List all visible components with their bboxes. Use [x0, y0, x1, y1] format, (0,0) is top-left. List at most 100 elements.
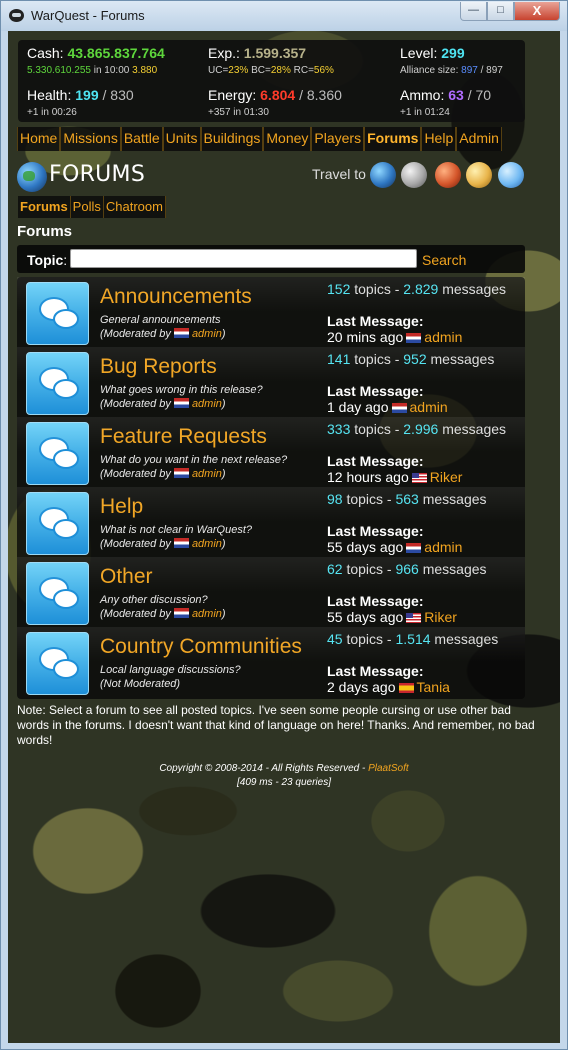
close-button[interactable]: X [514, 2, 560, 21]
moon-planet-icon[interactable] [401, 162, 427, 188]
moderator-name[interactable]: admin [192, 468, 222, 480]
chat-bubbles-icon[interactable] [26, 562, 89, 625]
nl-flag-icon [173, 538, 189, 548]
nl-flag-icon [173, 398, 189, 408]
moderator-prefix: (Moderated by [100, 538, 171, 550]
page-title: FORUMS [49, 162, 146, 187]
topic-label-colon: : [63, 252, 68, 268]
nl-flag-icon [173, 608, 189, 618]
topics-label: topics - [346, 631, 392, 647]
topic-count: 333 [327, 421, 351, 437]
health-value: 199 [75, 87, 99, 103]
forum-name-link[interactable]: Country Communities [100, 635, 302, 659]
copyright-text: Copyright © 2008-2014 - All Rights Reser… [159, 763, 366, 774]
moderator-name[interactable]: admin [192, 398, 222, 410]
forum-name-link[interactable]: Other [100, 565, 153, 589]
last-message-label: Last Message: [327, 313, 424, 329]
nav-help[interactable]: Help [421, 127, 457, 151]
tab-chatroom[interactable]: Chatroom [104, 196, 166, 218]
energy-stat: Energy: 6.804 / 8.360 [208, 87, 342, 103]
last-message-info: 1 day ago admin [327, 399, 448, 415]
message-count: 1.514 [395, 631, 431, 647]
last-message-user[interactable]: Riker [424, 609, 457, 625]
nav-buildings[interactable]: Buildings [200, 127, 264, 151]
chat-bubbles-icon[interactable] [26, 282, 89, 345]
nav-forums[interactable]: Forums [364, 127, 422, 151]
rc-label: RC= [293, 65, 314, 76]
forum-name-link[interactable]: Bug Reports [100, 355, 217, 379]
moderator-name[interactable]: admin [192, 328, 222, 340]
last-message-user[interactable]: Riker [430, 469, 463, 485]
chat-bubbles-icon[interactable] [26, 632, 89, 695]
maximize-button[interactable]: □ [487, 2, 514, 21]
moderator-name[interactable]: admin [192, 538, 222, 550]
minimize-button[interactable]: — [460, 2, 487, 21]
nav-players[interactable]: Players [311, 127, 365, 151]
forum-counts: 62 topics - 966 messages [327, 561, 487, 577]
exp-label: Exp.: [208, 45, 240, 61]
cash-label: Cash: [27, 45, 64, 61]
search-button[interactable]: Search [422, 252, 466, 268]
last-message-user[interactable]: admin [410, 399, 448, 415]
forum-description: What is not clear in WarQuest? [100, 524, 253, 536]
nav-money[interactable]: Money [263, 127, 312, 151]
energy-value: 6.804 [260, 87, 296, 103]
rc-value: 56% [313, 65, 334, 76]
forum-row[interactable]: Other Any other discussion? (Moderated b… [17, 557, 525, 627]
earth-planet-icon[interactable] [370, 162, 396, 188]
venus-planet-icon[interactable] [466, 162, 492, 188]
last-message-user[interactable]: Tania [417, 679, 450, 695]
last-message-time: 12 hours ago [327, 469, 409, 485]
last-message-user[interactable]: admin [424, 539, 462, 555]
page-content: Cash: 43.865.837.764 5.330.610.255 in 10… [8, 31, 560, 1043]
nav-home[interactable]: Home [17, 127, 61, 151]
nav-admin[interactable]: Admin [456, 127, 502, 151]
forum-subtabs: Forums Polls Chatroom [18, 196, 166, 218]
moderator-name[interactable]: admin [192, 608, 222, 620]
topic-search-input[interactable] [70, 249, 417, 268]
nav-battle[interactable]: Battle [120, 127, 163, 151]
es-flag-icon [398, 683, 414, 693]
chat-bubbles-icon[interactable] [26, 422, 89, 485]
moderator-suffix: ) [221, 398, 226, 410]
forum-name-link[interactable]: Feature Requests [100, 425, 267, 449]
forum-name-link[interactable]: Announcements [100, 285, 252, 309]
exp-bonuses: UC=23% BC=28% RC=56% [208, 65, 334, 76]
ammo-max: / 70 [467, 87, 492, 103]
page-timing: [409 ms - 23 queries] [237, 777, 331, 788]
mars-planet-icon[interactable] [435, 162, 461, 188]
tab-polls[interactable]: Polls [71, 196, 104, 218]
forum-counts: 333 topics - 2.996 messages [327, 421, 506, 437]
topic-count: 45 [327, 631, 343, 647]
nl-flag-icon [406, 333, 422, 343]
forum-row[interactable]: Announcements General announcements (Mod… [17, 277, 525, 347]
messages-label: messages [442, 281, 507, 297]
forum-name-link[interactable]: Help [100, 495, 143, 519]
chat-bubbles-icon[interactable] [26, 352, 89, 415]
nav-missions[interactable]: Missions [60, 127, 121, 151]
player-stats-panel: Cash: 43.865.837.764 5.330.610.255 in 10… [18, 40, 525, 122]
health-label: Health: [27, 87, 72, 103]
nl-flag-icon [406, 543, 422, 553]
chat-bubbles-icon[interactable] [26, 492, 89, 555]
topic-search-bar: Topic: Search [17, 245, 525, 273]
company-link[interactable]: PlaatSoft [368, 763, 409, 774]
ammo-value: 63 [448, 87, 464, 103]
cash-stat: Cash: 43.865.837.764 [27, 45, 165, 61]
uc-label: UC= [208, 65, 229, 76]
forum-row[interactable]: Help What is not clear in WarQuest? (Mod… [17, 487, 525, 557]
forum-moderator: (Not Moderated) [100, 678, 180, 690]
neptune-planet-icon[interactable] [498, 162, 524, 188]
topic-count: 141 [327, 351, 351, 367]
topic-count: 98 [327, 491, 343, 507]
topic-label-text: Topic [27, 252, 64, 268]
window-controls: — □ X [460, 2, 560, 21]
tab-forums[interactable]: Forums [18, 196, 71, 218]
forum-row[interactable]: Feature Requests What do you want in the… [17, 417, 525, 487]
nav-units[interactable]: Units [162, 127, 201, 151]
forum-row[interactable]: Country Communities Local language discu… [17, 627, 525, 697]
moderator-suffix: ) [221, 328, 226, 340]
last-message-user[interactable]: admin [424, 329, 462, 345]
messages-label: messages [434, 631, 499, 647]
forum-row[interactable]: Bug Reports What goes wrong in this rele… [17, 347, 525, 417]
